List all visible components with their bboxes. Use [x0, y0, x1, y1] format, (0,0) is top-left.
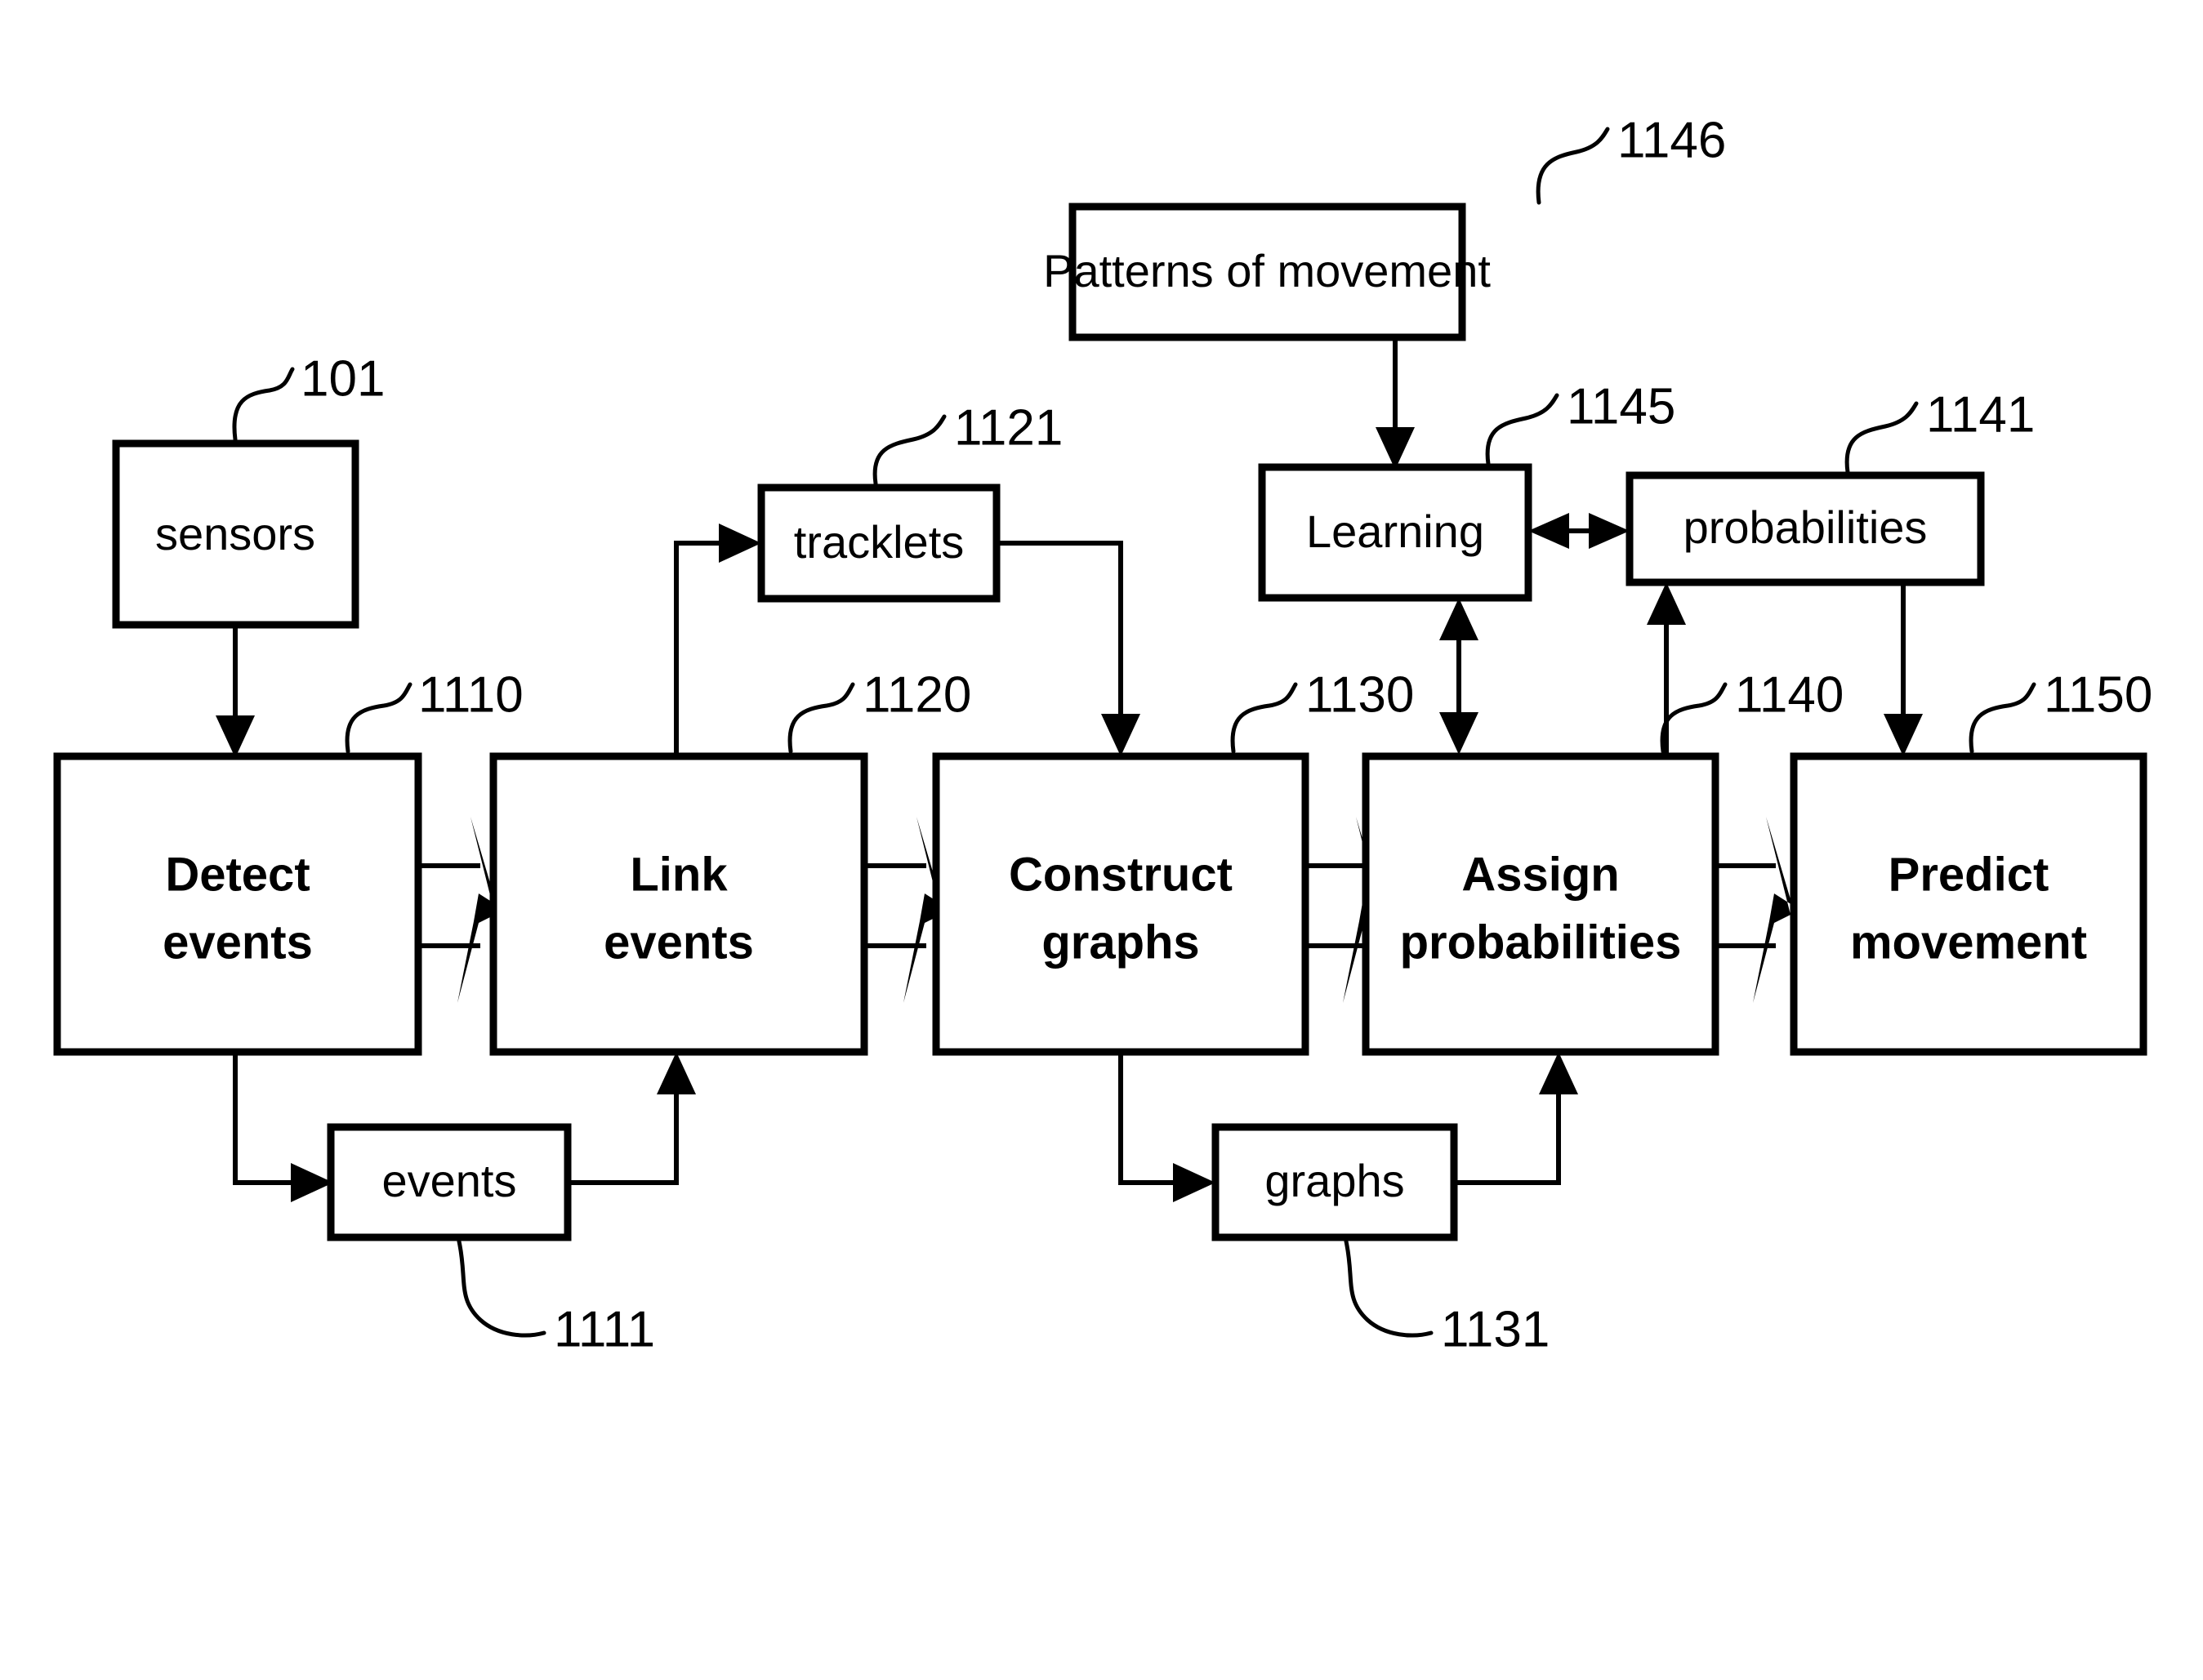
link-events-label-line1: Link	[630, 848, 728, 901]
box-assign-probabilities[interactable]: Assign probabilities	[1362, 752, 1719, 1056]
predict-movement-label-line2: movement	[1850, 916, 2087, 969]
ref-1145-text: 1145	[1567, 378, 1675, 434]
box-tracklets[interactable]: tracklets	[757, 484, 1001, 603]
learning-label: Learning	[1306, 506, 1484, 557]
ref-1121-text: 1121	[954, 399, 1063, 456]
ref-1111-text: 1111	[554, 1301, 655, 1357]
ref-1130-text: 1130	[1305, 666, 1414, 723]
box-detect-events[interactable]: Detect events	[53, 752, 422, 1056]
box-construct-graphs[interactable]: Construct graphs	[932, 752, 1309, 1056]
patent-flow-diagram: sensors Patterns of movement tracklets L…	[0, 0, 2203, 1680]
detect-events-label-line1: Detect	[165, 848, 310, 901]
construct-graphs-label-line1: Construct	[1009, 848, 1233, 901]
ref-1120-text: 1120	[863, 666, 971, 723]
box-sensors[interactable]: sensors	[112, 439, 359, 629]
events-label: events	[382, 1155, 517, 1206]
box-learning[interactable]: Learning	[1258, 463, 1532, 602]
graphs-label: graphs	[1264, 1155, 1404, 1206]
patterns-of-movement-label: Patterns of movement	[1043, 245, 1491, 296]
ref-1131-text: 1131	[1441, 1301, 1550, 1357]
ref-1146-text: 1146	[1617, 112, 1726, 168]
construct-graphs-label-line2: graphs	[1041, 916, 1199, 969]
tracklets-label: tracklets	[794, 516, 965, 568]
ref-101-text: 101	[301, 350, 385, 407]
ref-1150-text: 1150	[2044, 666, 2152, 723]
assign-probabilities-label-line2: probabilities	[1400, 916, 1682, 969]
diagram-canvas: sensors Patterns of movement tracklets L…	[0, 0, 2203, 1680]
box-predict-movement[interactable]: Predict movement	[1790, 752, 2147, 1056]
box-graphs[interactable]: graphs	[1211, 1123, 1458, 1241]
box-events[interactable]: events	[327, 1123, 572, 1241]
box-probabilities[interactable]: probabilities	[1625, 471, 1985, 586]
probabilities-label: probabilities	[1683, 501, 1928, 553]
box-link-events[interactable]: Link events	[489, 752, 868, 1056]
ref-1140-text: 1140	[1735, 666, 1844, 723]
ref-1141-text: 1141	[1926, 386, 2035, 443]
assign-probabilities-label-line1: Assign	[1461, 848, 1619, 901]
predict-movement-label-line1: Predict	[1889, 848, 2049, 901]
sensors-label: sensors	[155, 508, 315, 559]
detect-events-label-line2: events	[163, 916, 313, 969]
link-events-label-line2: events	[604, 916, 754, 969]
box-patterns-of-movement[interactable]: Patterns of movement	[1043, 203, 1491, 341]
ref-1110-text: 1110	[418, 666, 524, 723]
